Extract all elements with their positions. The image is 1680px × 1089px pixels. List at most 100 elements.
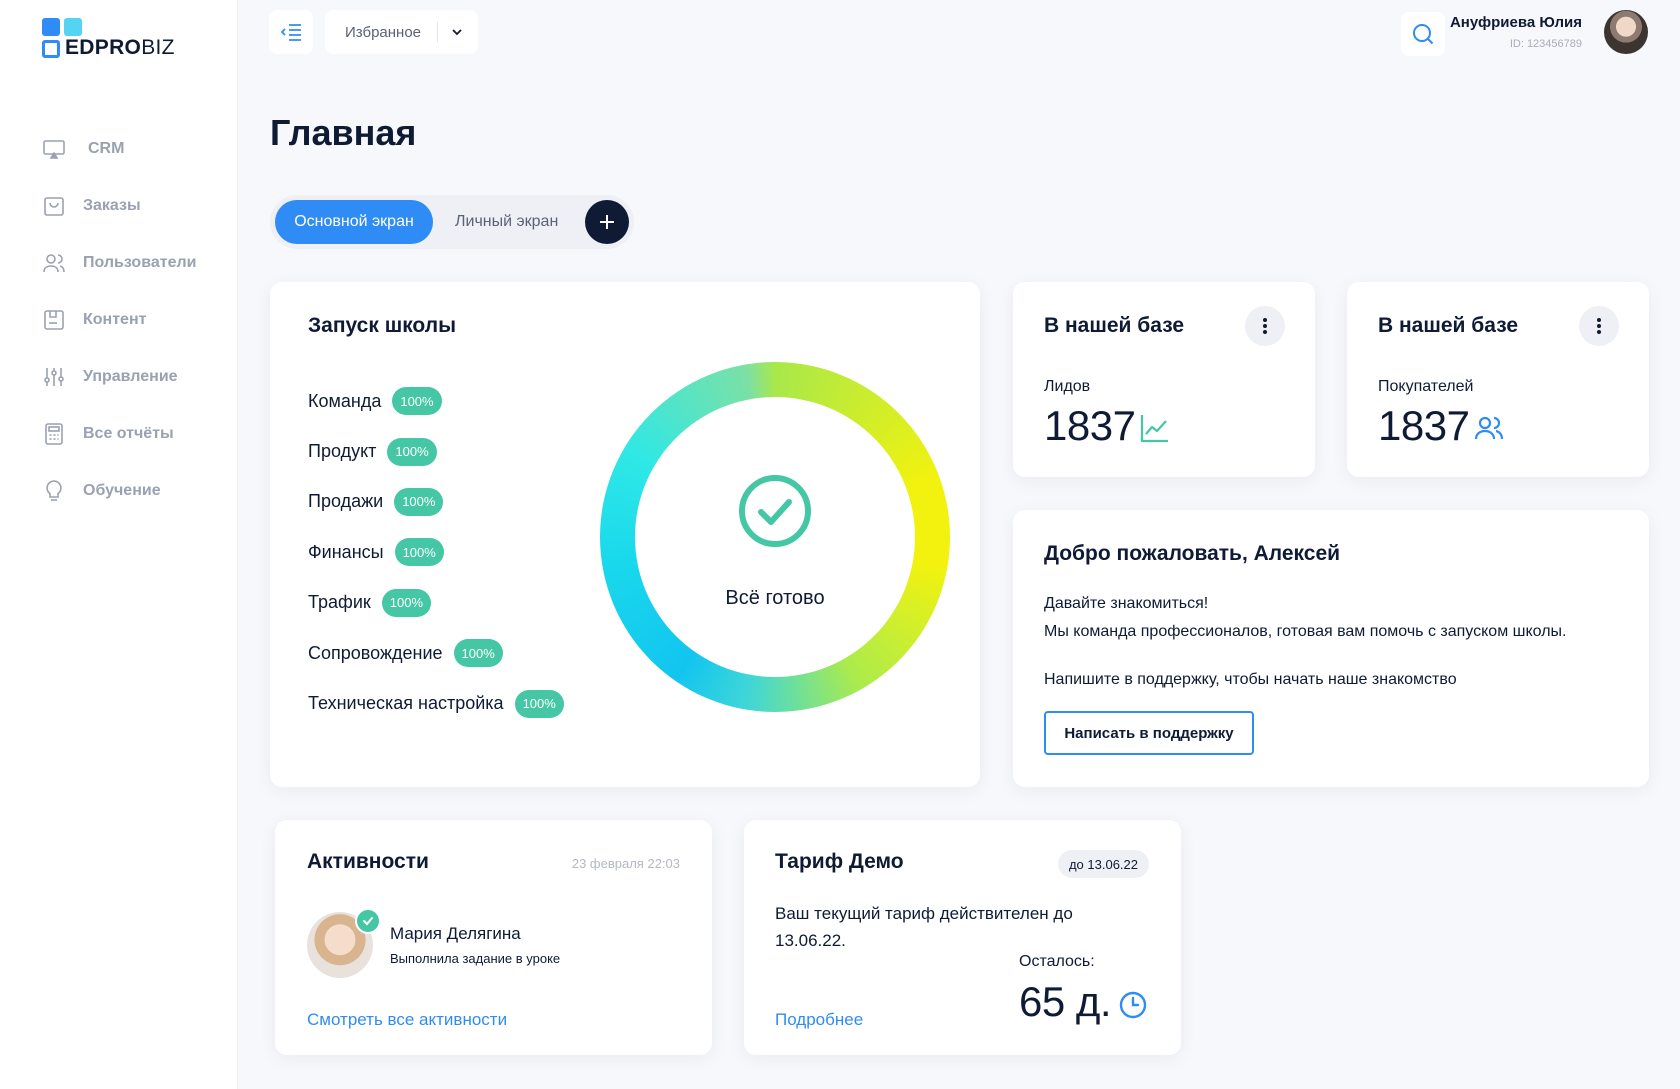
welcome-title: Добро пожаловать, Алексей [1044,542,1341,565]
stat-title: В нашей базе [1378,314,1519,337]
school-step: Сопровождение 100% [308,628,564,678]
favorites-divider [437,22,438,42]
shopping-bag-icon [44,196,64,216]
step-label: Финансы [308,541,384,562]
welcome-text: Давайте знакомиться! Мы команда професси… [1044,590,1567,694]
stat-value: 1837 [1378,402,1470,449]
tariff-details-link[interactable]: Подробнее [775,1010,863,1030]
activity-title: Активности [307,850,429,873]
tariff-card: Тариф Демо до 13.06.22 Ваш текущий тариф… [744,820,1181,1055]
logo-mark-icon [42,18,86,60]
lightbulb-icon [46,479,62,501]
sidebar-nav: CRM Заказы Пользователи Контент Управлен… [42,120,196,519]
favorites-dropdown[interactable]: Избранное [325,10,478,54]
logo[interactable]: EDPROBIZ [42,18,175,60]
user-info[interactable]: Ануфриева Юлия ID: 123456789 [1450,14,1582,50]
leads-stat-card: В нашей базе Лидов 1837 [1013,282,1315,477]
kebab-menu-icon [1597,318,1601,334]
school-card-title: Запуск школы [308,314,457,337]
sidebar-item-users[interactable]: Пользователи [42,234,196,291]
chevron-down-icon [452,29,462,36]
welcome-card: Добро пожаловать, Алексей Давайте знаком… [1013,510,1649,787]
sidebar-item-learning[interactable]: Обучение [42,462,196,519]
step-label: Трафик [308,592,371,613]
trend-chart-icon [1140,415,1168,443]
content-icon [44,309,64,330]
sliders-icon [44,367,64,386]
all-activities-link[interactable]: Смотреть все активности [307,1010,507,1030]
activity-action: Выполнила задание в уроке [390,951,561,966]
user-avatar[interactable] [1604,10,1648,54]
sidebar-item-orders[interactable]: Заказы [42,177,196,234]
step-label: Сопровождение [308,642,443,663]
welcome-line: Мы команда профессионалов, готовая вам п… [1044,623,1567,640]
completed-check-icon [355,908,381,934]
school-steps-list: Команда 100% Продукт 100% Продажи 100% Фина… [308,376,564,729]
progress-status: Всё готово [725,587,825,609]
sidebar: EDPROBIZ CRM Заказы Пользователи Контент… [0,0,238,1089]
step-progress-badge: 100% [453,639,503,668]
calculator-icon [45,422,63,445]
stat-label: Лидов [1044,378,1091,395]
school-step: Продукт 100% [308,426,564,476]
sidebar-item-label: Управление [83,367,178,385]
users-icon [43,253,65,272]
step-progress-badge: 100% [387,437,437,466]
sidebar-item-label: Пользователи [83,253,197,271]
collapse-sidebar-button[interactable] [269,10,313,54]
step-progress-badge: 100% [392,387,442,416]
sidebar-item-content[interactable]: Контент [42,291,196,348]
school-step: Финансы 100% [308,527,564,577]
add-tab-button[interactable] [585,200,629,244]
sidebar-item-label: Контент [83,310,147,328]
activity-person: Мария Делягина [390,924,521,943]
sidebar-item-management[interactable]: Управление [42,348,196,405]
step-progress-badge: 100% [514,689,564,718]
screen-tabs: Основной экран Личный экран [270,195,634,249]
collapse-menu-icon [280,24,301,41]
sidebar-item-reports[interactable]: Все отчёты [42,405,196,462]
sidebar-item-crm[interactable]: CRM [42,120,196,177]
school-step: Продажи 100% [308,477,564,527]
step-progress-badge: 100% [394,487,444,516]
step-label: Продажи [308,491,384,512]
step-progress-badge: 100% [394,538,444,567]
sidebar-item-label: Заказы [83,196,141,214]
tab-main-screen[interactable]: Основной экран [275,200,433,244]
school-step: Трафик 100% [308,578,564,628]
more-options-button[interactable] [1245,306,1285,346]
tariff-expiry-badge: до 13.06.22 [1057,850,1149,878]
tariff-remaining-label: Осталось: [1019,953,1095,970]
welcome-line: Напишите в поддержку, чтобы начать наше … [1044,671,1457,688]
check-circle-icon [739,475,811,547]
stat-label: Покупателей [1378,378,1474,395]
contact-support-button[interactable]: Написать в поддержку [1044,711,1254,755]
sidebar-item-label: CRM [88,139,125,157]
school-step: Техническая настройка 100% [308,678,564,728]
monitor-icon [43,139,65,159]
search-button[interactable] [1401,12,1445,56]
step-label: Команда [308,390,382,411]
sidebar-item-label: Все отчёты [83,424,174,442]
school-step: Команда 100% [308,376,564,426]
plus-icon [600,215,614,229]
search-icon [1413,24,1434,45]
page-title: Главная [270,112,417,153]
activity-date: 23 февраля 22:03 [571,856,680,871]
tariff-remaining-value: 65 д. [1019,978,1112,1025]
stat-value: 1837 [1044,402,1136,449]
favorites-label: Избранное [345,23,422,41]
welcome-line: Давайте знакомиться! [1044,595,1209,612]
tab-personal-screen[interactable]: Личный экран [455,200,558,244]
step-label: Техническая настройка [308,693,504,714]
more-options-button[interactable] [1579,306,1619,346]
buyers-stat-card: В нашей базе Покупателей 1837 [1347,282,1649,477]
topbar: Избранное Ануфриева Юлия ID: 123456789 [239,0,1680,66]
stat-title: В нашей базе [1044,314,1185,337]
progress-ring: Всё готово [600,362,950,712]
tariff-text: Ваш текущий тариф действителен до 13.06.… [775,904,1073,950]
step-progress-badge: 100% [381,588,431,617]
activity-card: Активности 23 февраля 22:03 Мария Деляги… [275,820,712,1055]
school-launch-card: Запуск школы Команда 100% Продукт 100% Про… [270,282,980,787]
clock-icon [1119,991,1147,1019]
